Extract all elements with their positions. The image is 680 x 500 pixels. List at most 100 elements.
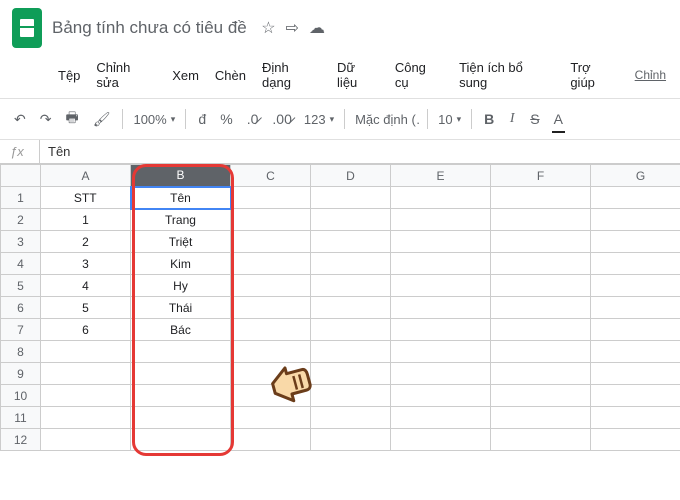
row-header[interactable]: 5 — [1, 275, 41, 297]
increase-decimal-button[interactable]: .00̷ — [266, 107, 297, 131]
cell-D5[interactable] — [311, 275, 391, 297]
cell-B2[interactable]: Trang — [131, 209, 231, 231]
cell-B8[interactable] — [131, 341, 231, 363]
menu-format[interactable]: Định dạng — [256, 56, 327, 94]
menu-view[interactable]: Xem — [166, 64, 205, 87]
cell-C1[interactable] — [231, 187, 311, 209]
menu-insert[interactable]: Chèn — [209, 64, 252, 87]
cell-C7[interactable] — [231, 319, 311, 341]
cell-G10[interactable] — [591, 385, 680, 407]
cell-C6[interactable] — [231, 297, 311, 319]
cell-F12[interactable] — [491, 429, 591, 451]
cell-G12[interactable] — [591, 429, 680, 451]
select-all-corner[interactable] — [1, 165, 41, 187]
cell-A5[interactable]: 4 — [41, 275, 131, 297]
cloud-status-icon[interactable]: ☁ — [309, 18, 325, 38]
cell-D7[interactable] — [311, 319, 391, 341]
document-title[interactable]: Bảng tính chưa có tiêu đề — [52, 18, 247, 38]
cell-E8[interactable] — [391, 341, 491, 363]
text-color-button[interactable]: A — [548, 107, 569, 131]
cell-E9[interactable] — [391, 363, 491, 385]
cell-C2[interactable] — [231, 209, 311, 231]
column-header-d[interactable]: D — [311, 165, 391, 187]
cell-G1[interactable] — [591, 187, 680, 209]
cell-F5[interactable] — [491, 275, 591, 297]
cell-E3[interactable] — [391, 231, 491, 253]
cell-D6[interactable] — [311, 297, 391, 319]
cell-A2[interactable]: 1 — [41, 209, 131, 231]
cell-C11[interactable] — [231, 407, 311, 429]
undo-button[interactable]: ↶ — [8, 107, 32, 132]
cell-E5[interactable] — [391, 275, 491, 297]
cell-A10[interactable] — [41, 385, 131, 407]
paint-format-button[interactable]: 🖌 — [87, 107, 117, 132]
cell-C5[interactable] — [231, 275, 311, 297]
cell-A8[interactable] — [41, 341, 131, 363]
cell-D8[interactable] — [311, 341, 391, 363]
cell-E11[interactable] — [391, 407, 491, 429]
cell-B1[interactable]: Tên — [131, 187, 231, 209]
cell-G6[interactable] — [591, 297, 680, 319]
menu-edit[interactable]: Chỉnh sửa — [90, 56, 162, 94]
cell-F2[interactable] — [491, 209, 591, 231]
cell-F9[interactable] — [491, 363, 591, 385]
cell-E4[interactable] — [391, 253, 491, 275]
cell-A3[interactable]: 2 — [41, 231, 131, 253]
cell-F1[interactable] — [491, 187, 591, 209]
cell-A6[interactable]: 5 — [41, 297, 131, 319]
cell-A9[interactable] — [41, 363, 131, 385]
cell-G2[interactable] — [591, 209, 680, 231]
cell-B9[interactable] — [131, 363, 231, 385]
font-dropdown[interactable]: Mặc định (… — [351, 108, 421, 131]
menu-addons[interactable]: Tiện ích bổ sung — [453, 56, 560, 94]
sheets-logo-icon[interactable] — [12, 8, 42, 48]
cell-A12[interactable] — [41, 429, 131, 451]
cell-G9[interactable] — [591, 363, 680, 385]
cell-A1[interactable]: STT — [41, 187, 131, 209]
move-icon[interactable]: ⇨ — [286, 18, 299, 38]
cell-D9[interactable] — [311, 363, 391, 385]
decrease-decimal-button[interactable]: .0̷ — [241, 107, 265, 131]
font-size-dropdown[interactable]: 10 — [434, 108, 465, 131]
cell-F10[interactable] — [491, 385, 591, 407]
cell-G4[interactable] — [591, 253, 680, 275]
cell-D4[interactable] — [311, 253, 391, 275]
cell-F8[interactable] — [491, 341, 591, 363]
cell-F11[interactable] — [491, 407, 591, 429]
column-header-a[interactable]: A — [41, 165, 131, 187]
row-header[interactable]: 10 — [1, 385, 41, 407]
row-header[interactable]: 6 — [1, 297, 41, 319]
cell-E2[interactable] — [391, 209, 491, 231]
cell-F6[interactable] — [491, 297, 591, 319]
currency-button[interactable]: đ — [192, 107, 212, 131]
percent-button[interactable]: % — [214, 107, 238, 131]
cell-D12[interactable] — [311, 429, 391, 451]
last-edit-link[interactable]: Chỉnh — [629, 64, 672, 86]
cell-C12[interactable] — [231, 429, 311, 451]
row-header[interactable]: 11 — [1, 407, 41, 429]
cell-B4[interactable]: Kim — [131, 253, 231, 275]
bold-button[interactable]: B — [478, 107, 500, 131]
cell-G5[interactable] — [591, 275, 680, 297]
menu-file[interactable]: Tệp — [52, 64, 86, 87]
cell-C8[interactable] — [231, 341, 311, 363]
menu-data[interactable]: Dữ liệu — [331, 56, 385, 94]
cell-C10[interactable] — [231, 385, 311, 407]
italic-button[interactable]: I — [502, 107, 522, 131]
cell-D10[interactable] — [311, 385, 391, 407]
cell-A11[interactable] — [41, 407, 131, 429]
row-header[interactable]: 8 — [1, 341, 41, 363]
cell-C4[interactable] — [231, 253, 311, 275]
cell-B6[interactable]: Thái — [131, 297, 231, 319]
cell-D3[interactable] — [311, 231, 391, 253]
print-button[interactable]: 🖶 — [59, 103, 84, 135]
cell-G11[interactable] — [591, 407, 680, 429]
format-123-dropdown[interactable]: 123 — [300, 108, 338, 131]
cell-D1[interactable] — [311, 187, 391, 209]
cell-D2[interactable] — [311, 209, 391, 231]
column-header-e[interactable]: E — [391, 165, 491, 187]
cell-G7[interactable] — [591, 319, 680, 341]
row-header[interactable]: 1 — [1, 187, 41, 209]
cell-B7[interactable]: Bác — [131, 319, 231, 341]
cell-B10[interactable] — [131, 385, 231, 407]
